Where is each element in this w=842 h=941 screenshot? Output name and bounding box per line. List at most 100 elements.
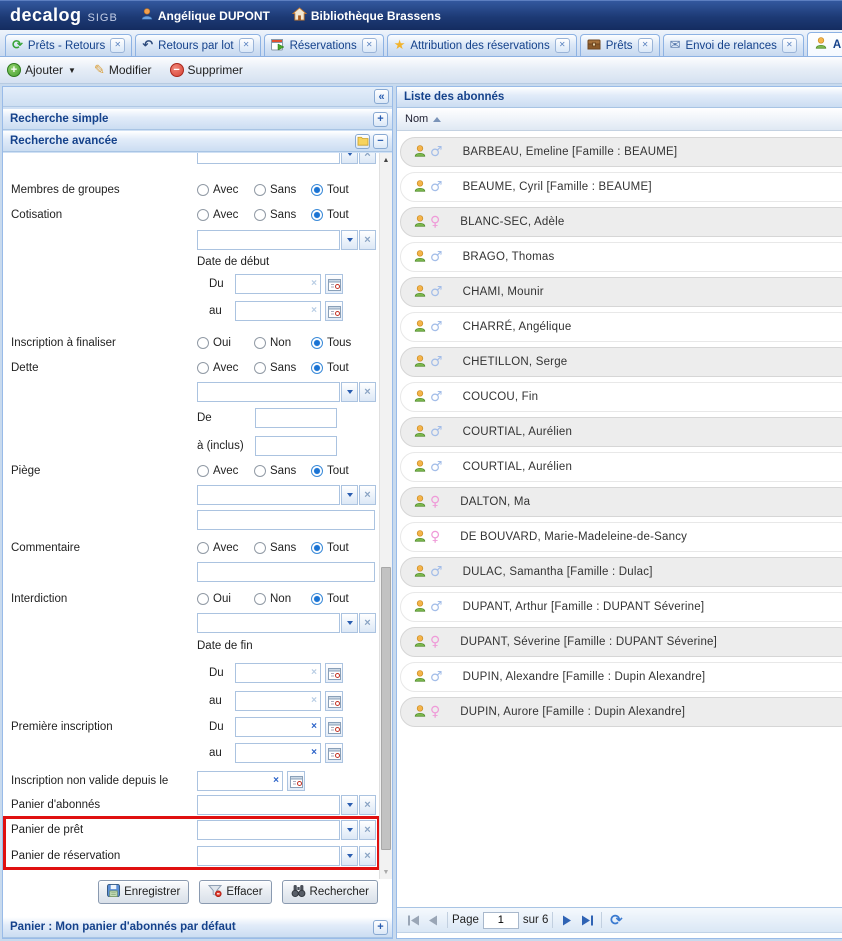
radio-tout[interactable]: Tout — [311, 542, 368, 554]
radio-sans[interactable]: Sans — [254, 184, 311, 196]
clear-icon[interactable]: × — [311, 748, 317, 758]
list-item[interactable]: ♀DE BOUVARD, Marie-Madeleine-de-Sancy — [400, 522, 842, 552]
combo-dropdown-button[interactable] — [341, 153, 358, 164]
folder-icon[interactable] — [355, 134, 370, 149]
date-input[interactable]: × — [235, 301, 321, 321]
combo-dropdown-button[interactable] — [341, 230, 358, 250]
radio-avec[interactable]: Avec — [197, 362, 254, 374]
calendar-button[interactable] — [287, 771, 305, 791]
combo-clear-button[interactable]: × — [359, 485, 376, 505]
text-input[interactable] — [197, 510, 375, 530]
combo-clear-button[interactable]: × — [359, 153, 376, 164]
radio-avec[interactable]: Avec — [197, 465, 254, 477]
clear-icon[interactable]: × — [311, 279, 317, 289]
tab-close-button[interactable]: ✕ — [555, 38, 570, 53]
combo-input[interactable] — [197, 795, 340, 815]
scroll-up-icon[interactable]: ▲ — [380, 153, 392, 167]
tab-close-button[interactable]: ✕ — [362, 38, 377, 53]
combo-dropdown-button[interactable] — [341, 820, 358, 840]
combo-input[interactable] — [197, 153, 340, 164]
radio-oui[interactable]: Oui — [197, 337, 254, 349]
page-number-input[interactable] — [483, 912, 519, 929]
save-button[interactable]: Enregistrer — [98, 880, 189, 904]
clear-icon[interactable]: × — [311, 696, 317, 706]
last-page-button[interactable] — [577, 910, 597, 930]
date-input[interactable]: × — [235, 274, 321, 294]
delete-button[interactable]: − Supprimer — [170, 63, 243, 77]
combo-clear-button[interactable]: × — [359, 382, 376, 402]
combo-dropdown-button[interactable] — [341, 795, 358, 815]
combo-input[interactable] — [197, 230, 340, 250]
simple-search-header[interactable]: Recherche simple + — [3, 109, 392, 130]
radio-avec[interactable]: Avec — [197, 542, 254, 554]
calendar-button[interactable] — [325, 301, 343, 321]
tab-close-button[interactable]: ✕ — [110, 38, 125, 53]
tab-pr-ts-retours[interactable]: ⟳Prêts - Retours✕ — [5, 34, 132, 56]
radio-oui[interactable]: Oui — [197, 593, 254, 605]
scrollbar-thumb[interactable] — [381, 567, 391, 850]
combo-input[interactable] — [197, 613, 340, 633]
date-input[interactable]: × — [235, 717, 321, 737]
date-input[interactable]: × — [235, 663, 321, 683]
expand-simple-search-button[interactable]: + — [373, 112, 388, 127]
combo-input[interactable] — [197, 485, 340, 505]
list-item[interactable]: ♀DALTON, Ma — [400, 487, 842, 517]
add-button[interactable]: + Ajouter ▼ — [7, 63, 76, 77]
radio-avec[interactable]: Avec — [197, 209, 254, 221]
clear-icon[interactable]: × — [311, 722, 317, 732]
list-item[interactable]: ♂BEAUME, Cyril [Famille : BEAUME] — [400, 172, 842, 202]
list-item[interactable]: ♂CHAMI, Mounir — [400, 277, 842, 307]
next-page-button[interactable] — [557, 910, 577, 930]
list-item[interactable]: ♂CHARRÉ, Angélique — [400, 312, 842, 342]
radio-sans[interactable]: Sans — [254, 465, 311, 477]
list-item[interactable]: ♂DUPANT, Arthur [Famille : DUPANT Séveri… — [400, 592, 842, 622]
combo-input[interactable] — [197, 846, 340, 866]
combo-clear-button[interactable]: × — [359, 613, 376, 633]
tab-close-button[interactable]: ✕ — [239, 38, 254, 53]
tab-close-button[interactable]: ✕ — [638, 38, 653, 53]
collapse-panel-button[interactable]: « — [374, 89, 389, 104]
calendar-button[interactable] — [325, 743, 343, 763]
scroll-down-icon[interactable]: ▼ — [380, 865, 392, 879]
clear-icon[interactable]: × — [273, 776, 279, 786]
tab-pr-ts[interactable]: Prêts✕ — [580, 34, 660, 56]
current-library[interactable]: Bibliothèque Brassens — [292, 7, 441, 24]
radio-tous[interactable]: Tous — [311, 337, 368, 349]
radio-sans[interactable]: Sans — [254, 362, 311, 374]
list-item[interactable]: ♂COURTIAL, Aurélien — [400, 417, 842, 447]
clear-icon[interactable]: × — [311, 668, 317, 678]
date-input[interactable]: × — [235, 743, 321, 763]
calendar-button[interactable] — [325, 663, 343, 683]
calendar-button[interactable] — [325, 717, 343, 737]
calendar-button[interactable] — [325, 691, 343, 711]
first-page-button[interactable] — [403, 910, 423, 930]
previous-page-button[interactable] — [423, 910, 443, 930]
list-item[interactable]: ♂BARBEAU, Emeline [Famille : BEAUME] — [400, 137, 842, 167]
tab-retours-par-lot[interactable]: ↶Retours par lot✕ — [135, 34, 260, 56]
combo-dropdown-button[interactable] — [341, 846, 358, 866]
basket-bar[interactable]: Panier : Mon panier d'abonnés par défaut… — [3, 917, 392, 938]
combo-input[interactable] — [197, 820, 340, 840]
list-item[interactable]: ♂DULAC, Samantha [Famille : Dulac] — [400, 557, 842, 587]
advanced-search-header[interactable]: Recherche avancée − — [3, 131, 392, 152]
list-item[interactable]: ♀DUPANT, Séverine [Famille : DUPANT Séve… — [400, 627, 842, 657]
list-item[interactable]: ♀BLANC-SEC, Adèle — [400, 207, 842, 237]
amount-input[interactable] — [255, 408, 337, 428]
collapse-advanced-search-button[interactable]: − — [373, 134, 388, 149]
clear-button[interactable]: Effacer — [199, 880, 271, 904]
amount-input[interactable] — [255, 436, 337, 456]
tab-close-button[interactable]: ✕ — [782, 38, 797, 53]
calendar-button[interactable] — [325, 274, 343, 294]
clear-icon[interactable]: × — [311, 306, 317, 316]
text-input[interactable] — [197, 562, 375, 582]
date-input[interactable]: × — [197, 771, 283, 791]
radio-non[interactable]: Non — [254, 593, 311, 605]
combo-dropdown-button[interactable] — [341, 485, 358, 505]
list-item[interactable]: ♂COURTIAL, Aurélien — [400, 452, 842, 482]
combo-clear-button[interactable]: × — [359, 230, 376, 250]
list-item[interactable]: ♂DUPIN, Alexandre [Famille : Dupin Alexa… — [400, 662, 842, 692]
radio-tout[interactable]: Tout — [311, 465, 368, 477]
radio-sans[interactable]: Sans — [254, 209, 311, 221]
combo-clear-button[interactable]: × — [359, 795, 376, 815]
combo-clear-button[interactable]: × — [359, 846, 376, 866]
